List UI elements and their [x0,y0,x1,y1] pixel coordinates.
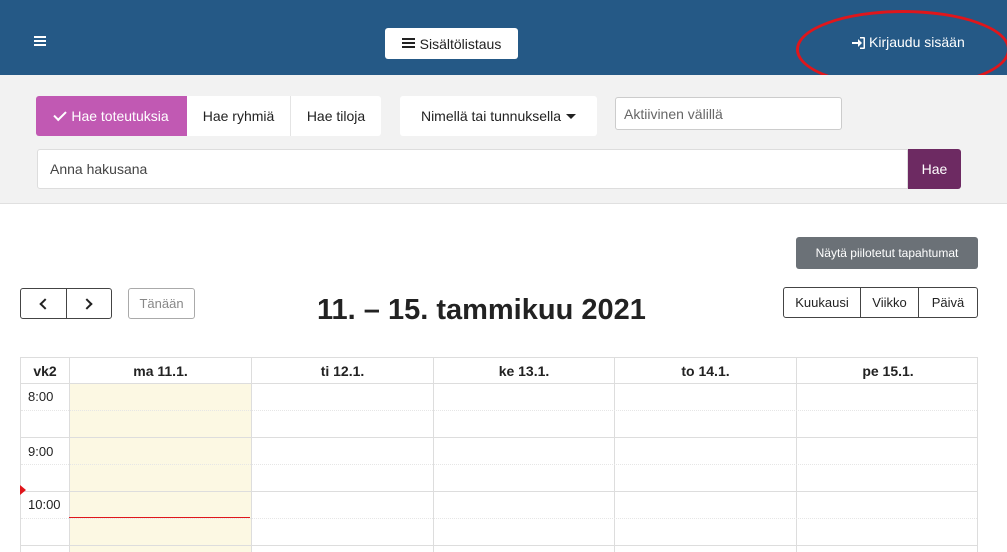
week-number: vk2 [33,362,57,379]
previous-week-button[interactable] [21,289,66,318]
login-label: Kirjaudu sisään [869,34,965,50]
day-header: ti 12.1. [251,358,433,383]
view-day-button[interactable]: Päivä [918,288,977,317]
view-label: Kuukausi [795,295,849,310]
dropdown-label: Nimellä tai tunnuksella [420,108,562,124]
today-label: Tänään [139,296,184,311]
sign-in-icon [852,36,865,49]
week-calendar: vk2 ma 11.1. ti 12.1. ke 13.1. to 14.1. … [20,357,978,552]
content-list-button[interactable]: Sisältölistaus [385,28,518,59]
day-header: ma 11.1. [69,358,251,383]
view-label: Viikko [872,295,907,310]
half-hour-line [21,464,977,465]
content-list-label: Sisältölistaus [419,35,502,52]
show-hidden-label: Näytä piilotetut tapahtumat [815,246,959,260]
view-week-button[interactable]: Viikko [860,288,918,317]
calendar-header: vk2 ma 11.1. ti 12.1. ke 13.1. to 14.1. … [21,357,977,384]
chevron-right-icon [81,297,93,310]
time-label: 10:00 [28,497,61,512]
check-icon [53,107,68,121]
active-range-input[interactable] [615,97,842,130]
view-label: Päivä [931,295,965,310]
search-by-dropdown[interactable]: Nimellä tai tunnuksella [400,96,597,136]
view-switcher: Kuukausi Viikko Päivä [783,287,978,318]
tab-label: Hae tiloja [306,108,366,124]
list-icon [401,38,415,49]
time-label: 8:00 [28,389,54,404]
hour-line [21,491,977,492]
tab-search-groups[interactable]: Hae ryhmiä [187,96,290,136]
current-time-line [69,517,250,518]
date-range-title: 11. – 15. tammikuu 2021 [317,294,646,326]
caret-down-icon [566,113,577,119]
time-label: 9:00 [28,444,54,459]
chevron-left-icon [39,297,51,310]
search-panel: Hae toteutuksia Hae ryhmiä Hae tiloja Ni… [0,75,1007,204]
half-hour-line [21,410,977,411]
calendar-body: 8:00 9:00 10:00 [21,384,977,552]
day-header: ke 13.1. [433,358,614,383]
half-hour-line [21,518,977,519]
search-button-label: Hae [921,161,948,177]
hamburger-menu-icon[interactable] [34,36,46,46]
day-header: pe 15.1. [796,358,977,383]
tab-search-rooms[interactable]: Hae tiloja [290,96,381,136]
search-button[interactable]: Hae [908,149,961,189]
next-week-button[interactable] [65,289,112,318]
current-time-arrow-icon [20,485,26,495]
tab-search-implementations[interactable]: Hae toteutuksia [36,96,187,136]
view-month-button[interactable]: Kuukausi [784,288,860,317]
today-button[interactable]: Tänään [128,288,195,319]
hour-line [21,437,977,438]
search-input[interactable] [37,149,908,189]
day-header: to 14.1. [614,358,796,383]
hour-line [21,545,977,546]
tab-label: Hae ryhmiä [202,108,275,124]
top-navigation-bar: Sisältölistaus Kirjaudu sisään [0,0,1007,75]
login-link[interactable]: Kirjaudu sisään [852,34,965,50]
tab-label: Hae toteutuksia [71,108,169,124]
week-navigation [20,288,112,319]
show-hidden-events-button[interactable]: Näytä piilotetut tapahtumat [796,237,978,269]
